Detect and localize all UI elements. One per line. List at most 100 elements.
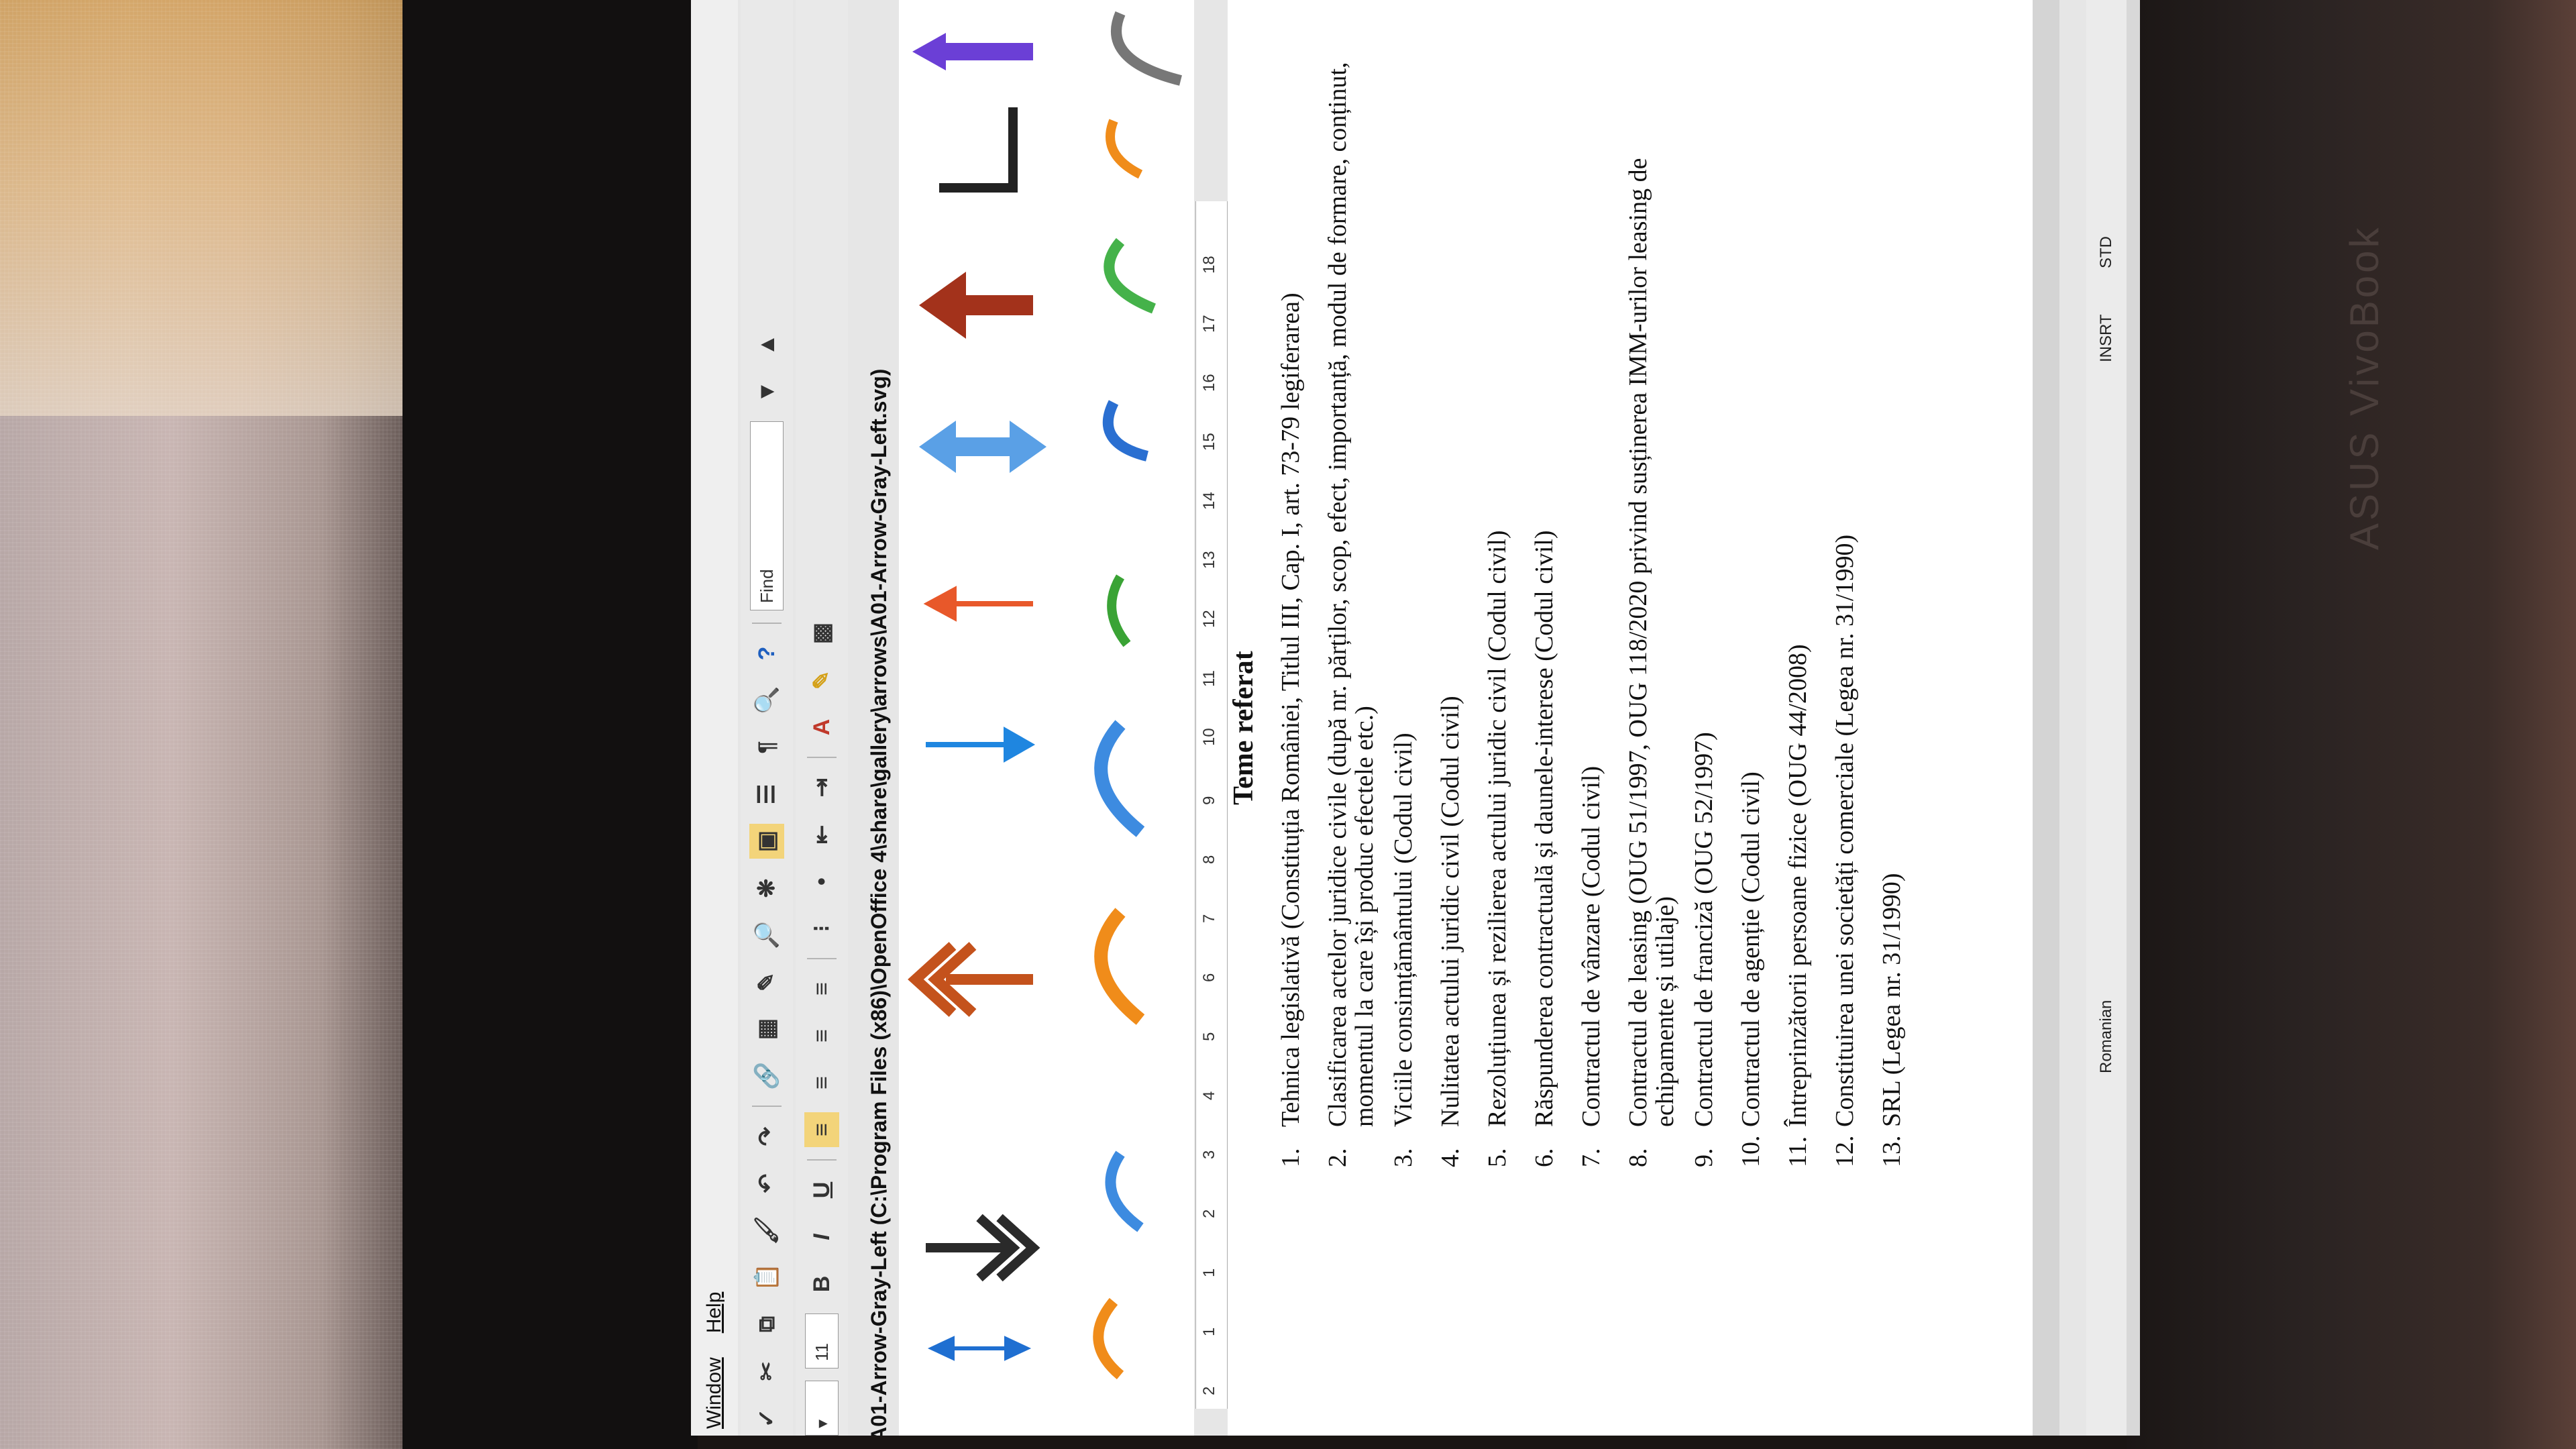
highlighting-icon[interactable]: ✎ (804, 663, 839, 698)
find-replace-icon[interactable]: 🔎 (749, 918, 784, 953)
arrow-double-chevron-up-orange-icon[interactable] (908, 942, 1033, 1017)
find-previous-icon[interactable]: ▲ (749, 327, 784, 362)
topic-list-item: 11. Întreprinzătorii persoane fizice (OUG… (1784, 27, 1812, 1167)
align-left-icon[interactable]: ≡ (804, 1112, 839, 1147)
status-selection-mode[interactable]: STD (2097, 236, 2116, 268)
arrow-curved-orange-large-icon[interactable] (1094, 908, 1145, 1025)
decrease-indent-icon[interactable]: ⇤ (804, 817, 839, 852)
ruler-tick-label: 4 (1200, 1091, 1218, 1100)
find-next-icon[interactable]: ▼ (749, 374, 784, 409)
navigator-icon[interactable]: ❋ (749, 871, 784, 906)
data-sources-icon[interactable]: ☰ (749, 777, 784, 812)
ruler-tick-label: 1 (1200, 1268, 1218, 1277)
arrow-thin-orange-up-icon[interactable] (923, 586, 1033, 622)
topic-text: Clasificarea actelor juridice civile (du… (1324, 62, 1379, 1127)
font-name-dropdown[interactable]: ▾ (805, 1381, 839, 1436)
topic-text: Constituirea unei societăți comerciale (… (1831, 534, 1859, 1127)
topic-number: 8. (1624, 1148, 1652, 1168)
status-language[interactable]: Romanian (2097, 1000, 2116, 1073)
arrow-curved-green-orange-icon[interactable] (1107, 574, 1131, 647)
spellcheck-icon[interactable]: ✓ (749, 1401, 784, 1436)
arrow-black-corner-icon[interactable] (939, 107, 1018, 193)
topic-number: 1. (1277, 1148, 1305, 1168)
font-size-dropdown[interactable]: 11 (805, 1313, 839, 1368)
topic-text: Întreprinzătorii persoane fizice (OUG 44… (1784, 644, 1812, 1127)
arrow-curved-orange-icon[interactable] (1093, 1297, 1124, 1380)
menu-window[interactable]: Window (703, 1357, 726, 1429)
help-icon[interactable]: ? (749, 636, 784, 671)
ruler-tick-label: 13 (1200, 551, 1218, 569)
topic-text: Contractul de franciză (OUG 52/1997) (1690, 732, 1718, 1127)
hyperlink-icon[interactable]: 🔗 (749, 1059, 784, 1093)
horizontal-ruler[interactable]: 2 1 1 2 3 4 5 6 7 8 9 10 11 12 13 14 15 16 17 18 (1195, 201, 1228, 1409)
paste-icon[interactable]: 📋 (749, 1260, 784, 1295)
undo-icon[interactable]: ↶ (749, 1166, 784, 1201)
arrow-circular-green-icon[interactable] (1104, 237, 1156, 314)
increase-indent-icon[interactable]: ⇥ (804, 770, 839, 805)
ruler-tick-label: 2 (1200, 1386, 1218, 1395)
laptop-screen: Window Help ✓ ✂ ⧉ 📋 🖌 ↶ ↷ 🔗 ▦ ✎ 🔎 ❋ ▣ ☰ … (691, 0, 2140, 1436)
topic-text: SRL (Legea nr. 31/1990) (1878, 873, 1906, 1127)
arrow-double-chevron-down-icon[interactable] (926, 1214, 1040, 1282)
topic-number: 13. (1878, 1135, 1906, 1168)
arrow-purple-up-icon[interactable] (912, 33, 1033, 70)
justify-icon[interactable]: ≡ (804, 971, 839, 1006)
topic-list-item: 3. Viciile consimțământului (Codul civil) (1389, 27, 1417, 1168)
status-bar: Romanian INSRT STD (2086, 0, 2127, 1436)
ruler-tick-label: 16 (1200, 374, 1218, 392)
arrow-circular-blue-icon[interactable] (1102, 400, 1149, 462)
ruler-tick-label: 12 (1200, 610, 1218, 628)
draw-functions-icon[interactable]: ✎ (749, 965, 784, 1000)
gallery-icon[interactable]: ▣ (749, 824, 784, 859)
toolbar-separator (752, 623, 782, 624)
topic-list-item: 12. Constituirea unei societăți comercial… (1831, 27, 1859, 1168)
arrow-curved-gray-icon[interactable] (1111, 11, 1182, 86)
menu-help[interactable]: Help (703, 1292, 726, 1334)
topic-number: 3. (1389, 1148, 1417, 1168)
zoom-icon[interactable]: 🔍 (749, 683, 784, 718)
topic-list-item: 9. Contractul de franciză (OUG 52/1997) (1690, 27, 1718, 1167)
menu-bar: Window Help (691, 0, 738, 1436)
italic-button[interactable]: I (804, 1220, 839, 1254)
background-color-icon[interactable]: ▩ (804, 616, 839, 651)
formatting-marks-icon[interactable]: ¶ (749, 730, 784, 765)
ruler-tick-label: 6 (1200, 973, 1218, 982)
topic-list-item: 10. Contractul de agenție (Codul civil) (1737, 27, 1765, 1167)
align-center-icon[interactable]: ≡ (804, 1065, 839, 1100)
redo-icon[interactable]: ↷ (749, 1119, 784, 1154)
bold-button[interactable]: B (804, 1267, 839, 1301)
arrow-thin-blue-down-icon[interactable] (926, 727, 1036, 763)
arrow-curved-blue-icon[interactable] (1105, 1150, 1144, 1232)
align-right-icon[interactable]: ≡ (804, 1018, 839, 1053)
background-window-photo (0, 0, 429, 1449)
topic-text: Nulitatea actului juridic civil (Codul c… (1436, 696, 1464, 1127)
topic-list-item: 13. SRL (Legea nr. 31/1990) (1878, 27, 1906, 1168)
window-screen-mesh (0, 0, 429, 1449)
toolbar-separator (807, 958, 837, 959)
copy-icon[interactable]: ⧉ (749, 1307, 784, 1342)
document-page[interactable]: Teme referat 1. Tehnica legislativă (Cons… (1228, 0, 2033, 1436)
numbering-icon[interactable]: ⁝ (804, 911, 839, 946)
topic-number: 12. (1831, 1135, 1859, 1168)
topic-number: 11. (1784, 1136, 1812, 1167)
cut-icon[interactable]: ✂ (749, 1354, 784, 1389)
bullets-icon[interactable]: • (804, 864, 839, 899)
font-color-icon[interactable]: A (804, 710, 839, 745)
ruler-tick-label: 18 (1200, 256, 1218, 274)
document-heading: Teme referat (1228, 651, 1259, 805)
arrow-light-blue-updown-icon[interactable] (919, 421, 1046, 473)
arrow-curved-blue-large-icon[interactable] (1094, 720, 1145, 837)
toolbar-separator (752, 1106, 782, 1107)
find-input[interactable]: Find (750, 421, 784, 610)
arrow-dark-red-up-icon[interactable] (919, 272, 1033, 339)
arrow-curved-orange-small-icon[interactable] (1106, 119, 1143, 179)
underline-button[interactable]: U (804, 1173, 839, 1208)
format-paintbrush-icon[interactable]: 🖌 (749, 1213, 784, 1248)
topic-number: 4. (1436, 1148, 1464, 1168)
table-icon[interactable]: ▦ (749, 1012, 784, 1046)
topic-number: 5. (1483, 1148, 1511, 1168)
arrow-thin-blue-updown-icon[interactable] (927, 1336, 1032, 1361)
formatting-toolbar: ▾ 11 B I U ≡ ≡ ≡ ≡ ⁝ • ⇤ ⇥ A ✎ ▩ (796, 0, 848, 1436)
status-insert-mode[interactable]: INSRT (2097, 314, 2116, 362)
topic-list-item: 1. Tehnica legislativă (Constituția Român… (1277, 27, 1305, 1168)
